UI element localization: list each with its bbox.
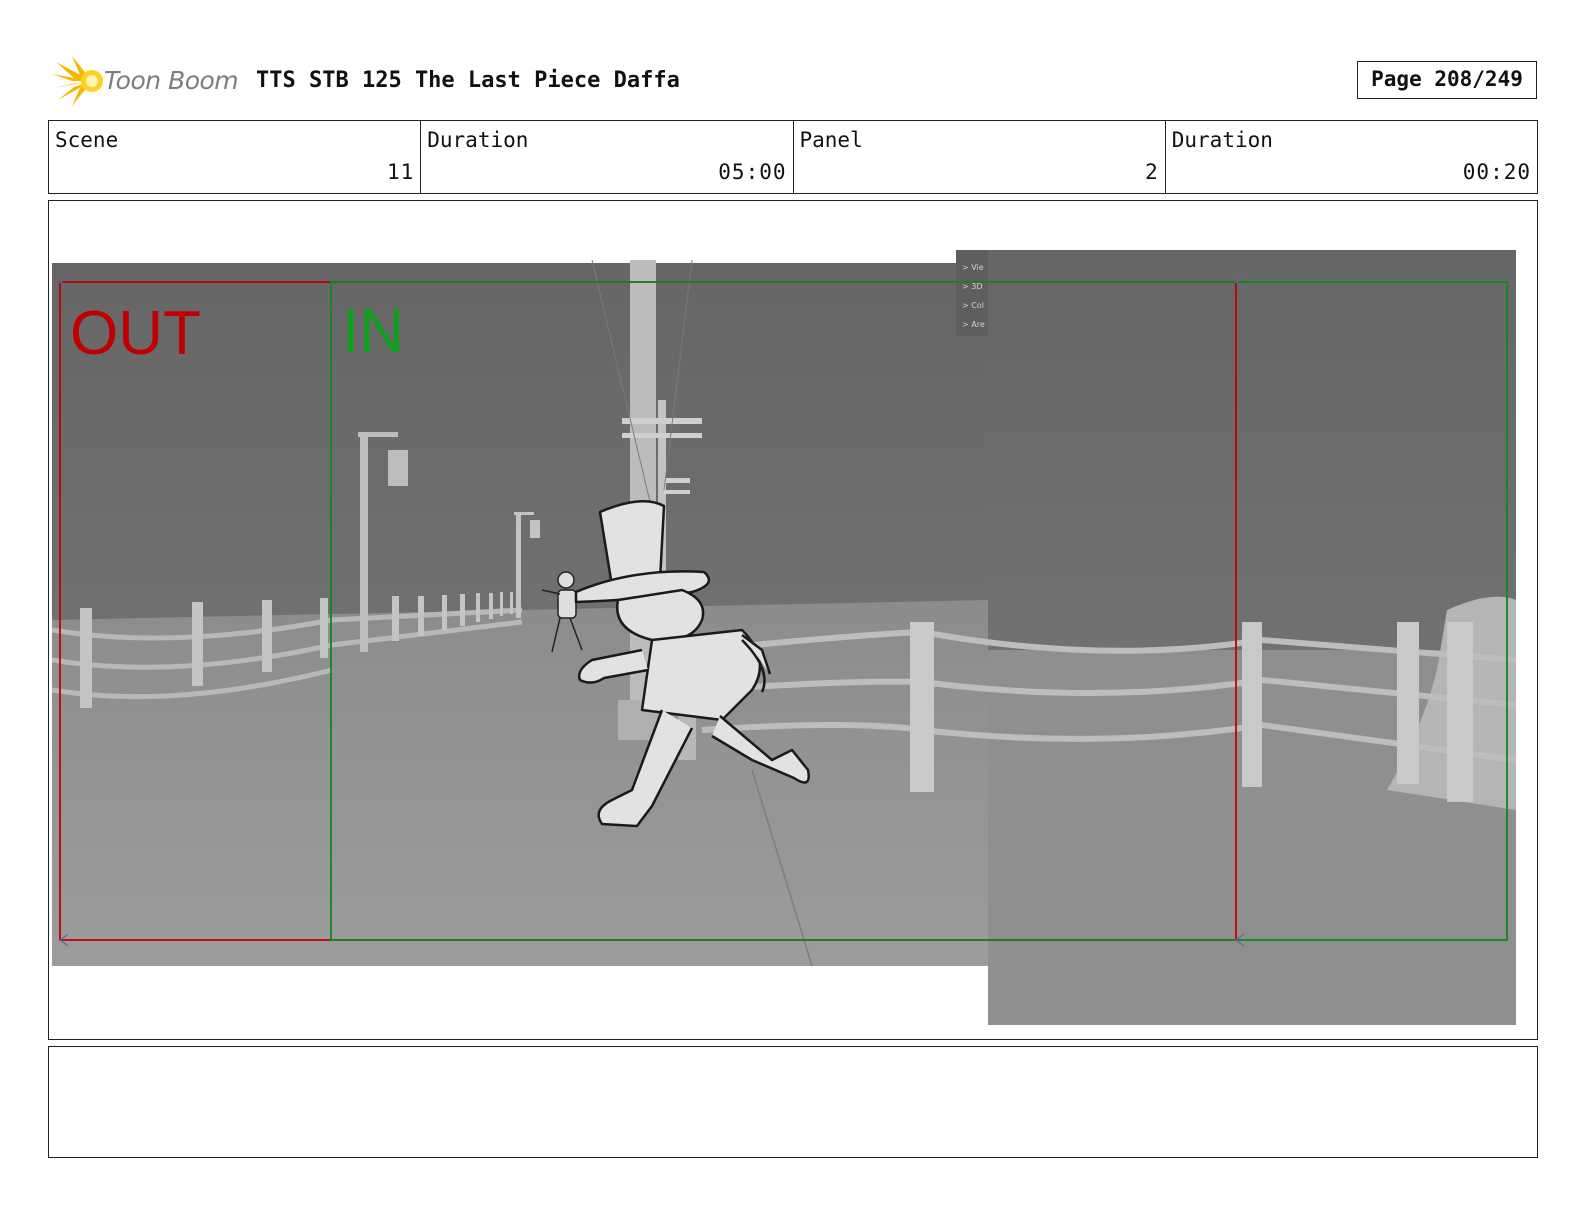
in-label: IN: [342, 297, 404, 366]
panel-duration-cell: Duration 00:20: [1166, 121, 1537, 193]
panel-duration-value: 00:20: [1462, 160, 1531, 184]
scene-duration-cell: Duration 05:00: [421, 121, 794, 193]
panel-cell: Panel 2: [794, 121, 1166, 193]
viewport-menu-item: > Are: [962, 320, 985, 329]
panel-value: 2: [1145, 160, 1159, 184]
viewport-menu: > Vie > 3D > Col > Are: [956, 250, 988, 336]
viewport-menu-item: > 3D: [962, 282, 983, 291]
toon-boom-logo: Toon Boom: [52, 56, 242, 106]
scene-value: 11: [386, 160, 415, 184]
document-title: TTS STB 125 The Last Piece Daffa: [256, 68, 680, 93]
panel-info-row: Scene 11 Duration 05:00 Panel 2 Duration…: [48, 120, 1538, 194]
starburst-icon: [52, 56, 103, 106]
panel-duration-label: Duration: [1171, 128, 1273, 152]
logo-text: Toon Boom: [104, 66, 239, 95]
scene-label: Scene: [55, 128, 119, 152]
panel-label: Panel: [799, 128, 863, 152]
storyboard-panel-image: > Vie > 3D > Col > Are OUT IN: [52, 250, 1517, 1025]
scene-duration-value: 05:00: [718, 160, 787, 184]
panel-caption-box: [48, 1046, 1538, 1158]
viewport-menu-item: > Col: [962, 301, 984, 310]
scene-duration-label: Duration: [427, 128, 529, 152]
out-label: OUT: [70, 299, 201, 368]
page-number: Page 208/249: [1357, 61, 1537, 99]
scene-cell: Scene 11: [49, 121, 422, 193]
viewport-menu-item: > Vie: [962, 263, 984, 272]
